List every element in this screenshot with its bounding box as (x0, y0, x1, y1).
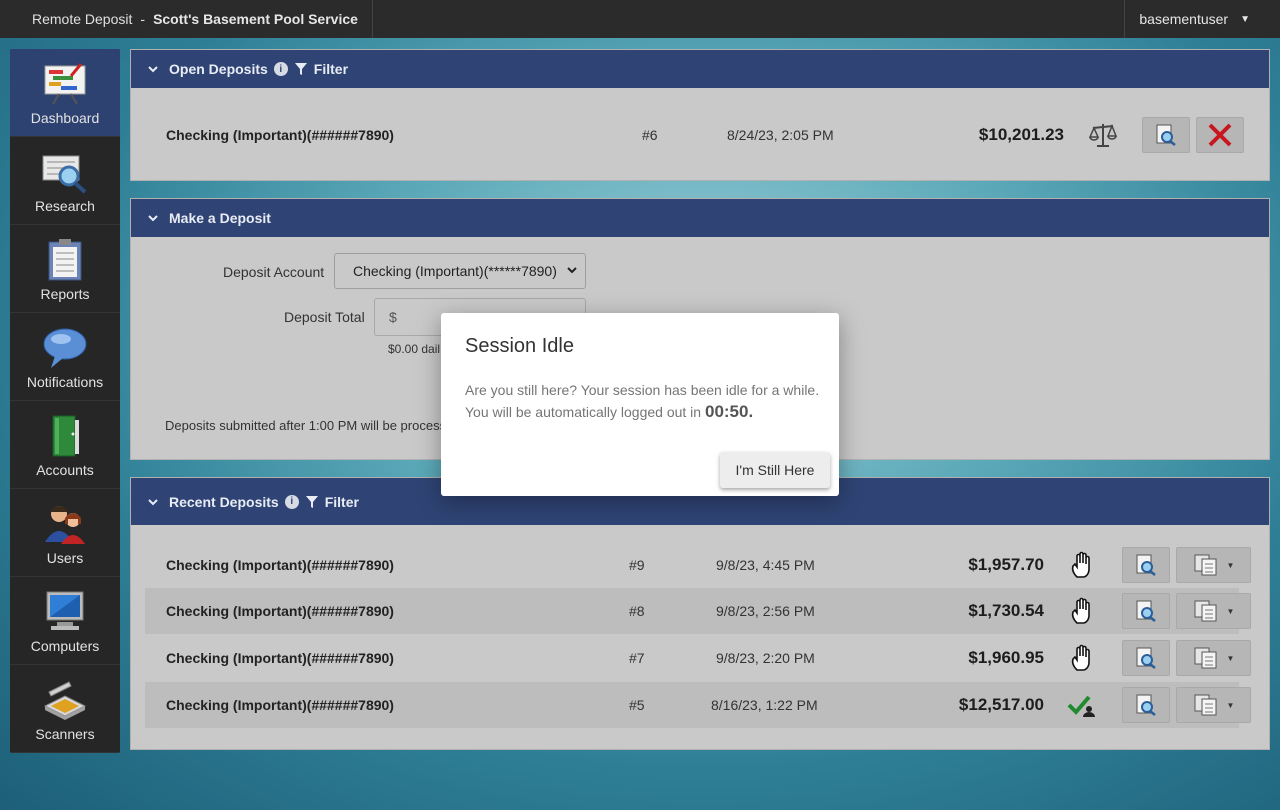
dialog-title: Session Idle (465, 335, 574, 357)
countdown-timer: 00:50. (704, 402, 754, 421)
dialog-message: Are you still here? Your session has bee… (465, 379, 825, 423)
dialog-message-line-2: You will be automatically logged out in … (465, 401, 825, 423)
dialog-message-line-1: Are you still here? Your session has bee… (465, 382, 820, 398)
session-idle-dialog: Session Idle Are you still here? Your se… (441, 313, 839, 496)
logout-warning: You will be automatically logged out in (465, 404, 702, 420)
still-here-button[interactable]: I'm Still Here (720, 452, 830, 488)
